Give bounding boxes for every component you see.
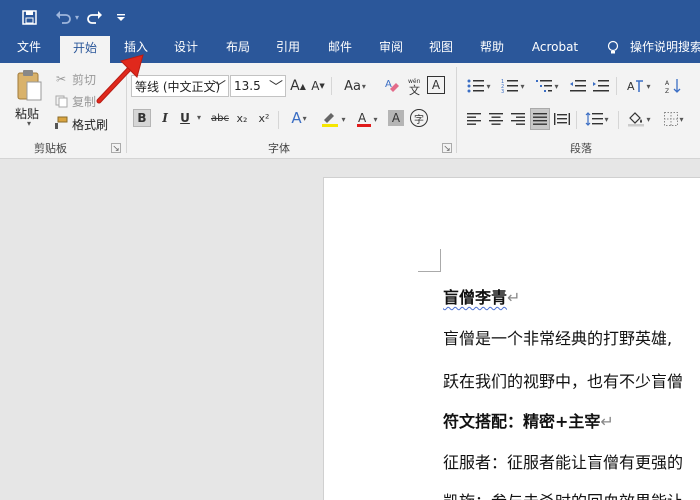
svg-text:A: A (665, 80, 670, 87)
font-size-dropdown[interactable]: 13.5 ﹀ (230, 75, 286, 97)
sort-icon[interactable]: AZ (660, 75, 688, 97)
character-shading-icon[interactable]: A (388, 110, 404, 126)
undo-dropdown-icon[interactable]: ▾ (73, 0, 81, 34)
font-name-value: 等线 (中文正文) (135, 79, 221, 94)
highlight-icon[interactable]: ▾ (318, 109, 348, 129)
strikethrough-button[interactable]: abc (209, 109, 231, 127)
format-painter-label: 格式刷 (72, 118, 109, 132)
tab-help[interactable]: 帮助 (470, 34, 514, 63)
line-spacing-icon[interactable]: ▾ (582, 109, 612, 129)
undo-icon[interactable] (52, 0, 74, 34)
clipboard-group-label: 剪贴板 (34, 142, 67, 155)
numbering-icon[interactable]: 1 2 3 ▾ (498, 75, 528, 97)
redo-icon[interactable] (84, 0, 106, 34)
tab-file[interactable]: 文件 (6, 34, 52, 63)
grow-font-icon[interactable]: A ▲ (290, 75, 306, 97)
document-paragraph[interactable]: 凯旋：参与击杀时的回血效果能让 (443, 488, 683, 500)
group-divider (456, 67, 457, 153)
paste-dropdown-icon[interactable]: ▾ (27, 119, 31, 128)
divider (576, 111, 577, 129)
increase-indent-icon[interactable] (591, 75, 611, 97)
font-name-dropdown[interactable]: 等线 (中文正文) ﹀ (131, 75, 229, 97)
tab-layout[interactable]: 布局 (216, 34, 260, 63)
subscript-button[interactable]: x₂ (234, 109, 250, 127)
multilevel-list-icon[interactable]: ▾ (532, 75, 562, 97)
document-paragraph[interactable]: 跃在我们的视野中，也有不少盲僧 (443, 368, 683, 392)
divider (616, 77, 617, 95)
decrease-indent-icon[interactable] (568, 75, 588, 97)
chevron-down-icon: ﹀ (212, 80, 226, 96)
cut-icon[interactable]: ✂ (53, 71, 69, 87)
paragraph-mark-icon: ↵ (507, 288, 521, 307)
paragraph-group-label: 段落 (570, 142, 592, 155)
clipboard-launcher-icon[interactable]: ↘ (111, 143, 121, 154)
chinese-layout-icon[interactable]: A ▾ (624, 75, 654, 97)
document-heading[interactable]: 符文搭配：精密+主宰↵ (443, 408, 614, 432)
divider (618, 111, 619, 129)
ribbon-home: 粘贴 ▾ ✂ 剪切 复制 格式刷 剪贴板 ↘ 等线 (中文正文) ﹀ 13.5 … (0, 63, 700, 159)
clear-formatting-icon[interactable]: A (382, 75, 402, 97)
bold-button[interactable]: B (133, 109, 151, 127)
svg-text:A: A (627, 80, 635, 93)
font-color-icon[interactable]: A ▾ (352, 109, 382, 129)
tab-references[interactable]: 引用 (266, 34, 310, 63)
tab-mailings[interactable]: 邮件 (318, 34, 362, 63)
text-effects-icon[interactable]: A ▾ (285, 109, 313, 127)
ribbon-tabs: 文件 开始 插入 设计 布局 引用 邮件 审阅 视图 帮助 Acrobat 操作… (0, 34, 700, 63)
phonetic-guide-icon[interactable]: wén 文 (406, 75, 424, 97)
italic-button[interactable]: I (157, 109, 173, 127)
tell-me-search[interactable]: 操作说明搜索 (630, 34, 700, 63)
distributed-icon[interactable] (552, 109, 572, 129)
copy-icon[interactable] (53, 93, 69, 109)
font-launcher-icon[interactable]: ↘ (442, 143, 452, 154)
svg-text:Z: Z (665, 88, 669, 94)
tab-review[interactable]: 审阅 (369, 34, 413, 63)
copy-label: 复制 (72, 95, 97, 109)
underline-button[interactable]: U (177, 109, 193, 127)
tab-design[interactable]: 设计 (164, 34, 208, 63)
quick-access-toolbar: ▾ (0, 0, 700, 34)
font-group-label: 字体 (268, 142, 290, 155)
document-heading[interactable]: 盲僧李青↵ (443, 284, 520, 308)
document-paragraph[interactable]: 征服者：征服者能让盲僧有更强的 (443, 449, 683, 473)
format-painter-icon[interactable] (53, 115, 69, 131)
shading-icon[interactable]: ▾ (624, 109, 654, 129)
svg-text:3: 3 (501, 89, 504, 94)
character-border-icon[interactable]: A (427, 76, 445, 94)
align-left-icon[interactable] (464, 109, 484, 129)
change-case-icon[interactable]: Aa ▾ (339, 75, 371, 97)
borders-icon[interactable]: ▾ (660, 109, 688, 129)
font-size-value: 13.5 (234, 79, 261, 93)
tab-view[interactable]: 视图 (419, 34, 463, 63)
customize-icon[interactable] (114, 0, 128, 34)
enclose-characters-icon[interactable]: 字 (410, 109, 428, 127)
justify-icon[interactable] (530, 108, 550, 130)
document-paragraph[interactable]: 盲僧是一个非常经典的打野英雄, (443, 325, 672, 349)
divider (331, 77, 332, 95)
bullets-icon[interactable]: ▾ (464, 75, 494, 97)
group-divider (126, 67, 127, 153)
paragraph-mark-icon: ↵ (600, 412, 614, 431)
tab-acrobat[interactable]: Acrobat (525, 34, 585, 63)
cut-label: 剪切 (72, 73, 97, 87)
tab-insert[interactable]: 插入 (114, 34, 158, 63)
divider (278, 111, 279, 129)
lightbulb-icon[interactable] (603, 34, 623, 63)
margin-corner-mark (418, 249, 441, 272)
shrink-font-icon[interactable]: A ▼ (310, 75, 326, 97)
paste-button[interactable] (10, 67, 48, 105)
chevron-down-icon: ﹀ (269, 80, 283, 96)
align-right-icon[interactable] (508, 109, 528, 129)
align-center-icon[interactable] (486, 109, 506, 129)
underline-dropdown-icon[interactable]: ▾ (197, 113, 201, 122)
svg-text:A: A (358, 111, 367, 125)
save-icon[interactable] (18, 0, 40, 34)
superscript-button[interactable]: x² (256, 109, 272, 127)
tab-home[interactable]: 开始 (60, 36, 110, 63)
svg-text:文: 文 (409, 83, 420, 96)
